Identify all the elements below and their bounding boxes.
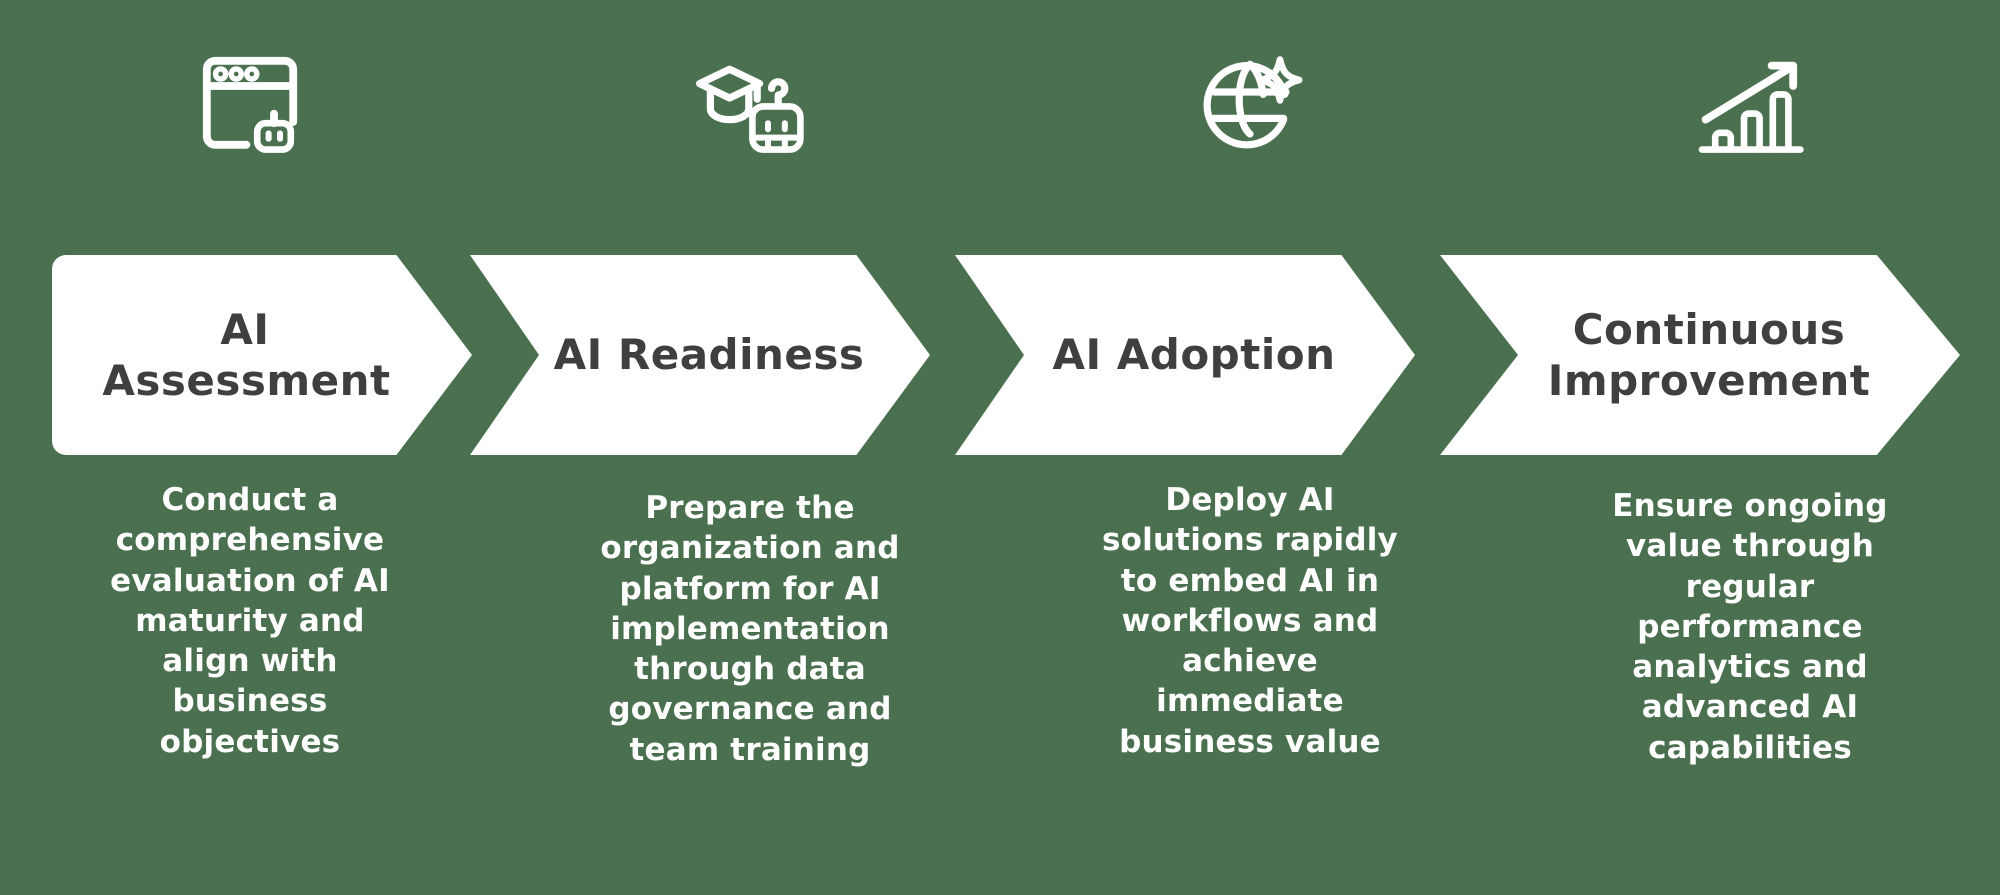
chevron-step-3[interactable]: AI Adoption bbox=[955, 255, 1415, 455]
description-text-4: Ensure ongoing value through regular per… bbox=[1612, 488, 1888, 766]
description-text-1: Conduct a comprehensive evaluation of AI… bbox=[110, 482, 390, 760]
chevron-label-3: AI Adoption bbox=[1052, 330, 1336, 380]
description-row: Conduct a comprehensive evaluation of AI… bbox=[0, 480, 2000, 895]
browser-window-robot-icon bbox=[202, 56, 298, 153]
process-diagram: AI Assessment AI Readiness AI Adoption C… bbox=[0, 0, 2000, 895]
step-icon-4 bbox=[1500, 0, 2000, 255]
globe-sparkle-icon bbox=[1203, 55, 1303, 148]
description-text-3: Deploy AI solutions rapidly to embed AI … bbox=[1102, 482, 1398, 760]
chevron-label-2: AI Readiness bbox=[553, 330, 865, 380]
chevron-step-2[interactable]: AI Readiness bbox=[470, 255, 930, 455]
step-icon-3 bbox=[1000, 0, 1500, 255]
description-cell-2: Prepare the organization and platform fo… bbox=[500, 480, 1000, 895]
description-cell-4: Ensure ongoing value through regular per… bbox=[1500, 480, 2000, 895]
description-cell-3: Deploy AI solutions rapidly to embed AI … bbox=[1000, 480, 1500, 895]
chevron-step-4[interactable]: Continuous Improvement bbox=[1440, 255, 1960, 455]
growth-bar-chart-arrow-icon bbox=[1698, 61, 1804, 153]
graduation-cap-robot-icon bbox=[696, 65, 804, 153]
icon-row bbox=[0, 0, 2000, 255]
chevron-label-4: Continuous Improvement bbox=[1547, 304, 1871, 405]
description-text-2: Prepare the organization and platform fo… bbox=[600, 490, 900, 768]
description-cell-1: Conduct a comprehensive evaluation of AI… bbox=[0, 480, 500, 895]
chevron-step-1[interactable]: AI Assessment bbox=[52, 255, 472, 455]
chevron-label-1: AI Assessment bbox=[102, 304, 391, 405]
chevron-row: AI Assessment AI Readiness AI Adoption C… bbox=[0, 255, 2000, 455]
step-icon-1 bbox=[0, 0, 500, 255]
step-icon-2 bbox=[500, 0, 1000, 255]
